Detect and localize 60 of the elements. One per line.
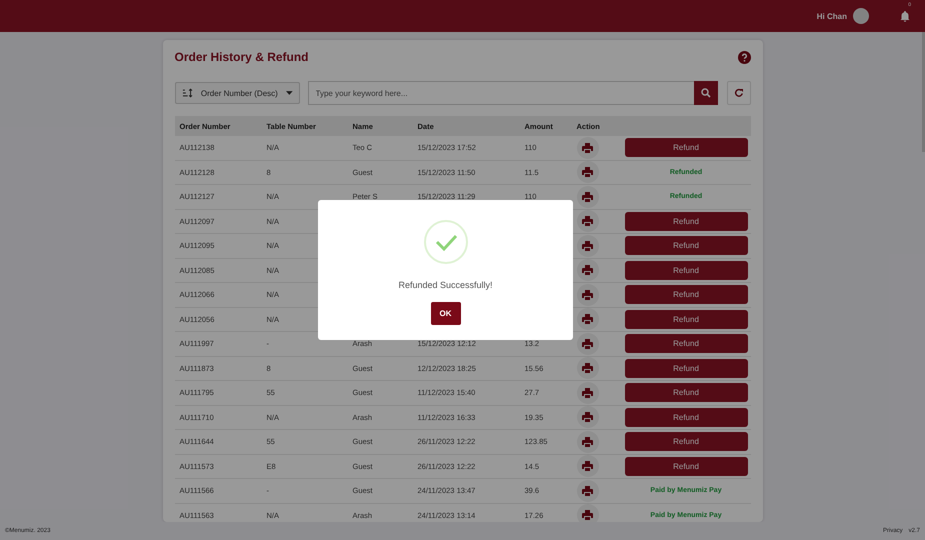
printer-icon (582, 363, 593, 374)
print-button[interactable] (576, 480, 598, 502)
refund-button[interactable]: Refund (624, 408, 748, 427)
print-button[interactable] (576, 406, 598, 428)
ok-button[interactable]: OK (430, 302, 460, 325)
printer-icon (582, 216, 593, 226)
refund-button[interactable]: Refund (624, 432, 748, 452)
sort-dropdown[interactable]: Order Number (Desc) (174, 82, 300, 104)
refund-button[interactable]: Refund (624, 138, 748, 158)
printer-icon (582, 338, 593, 349)
print-button[interactable] (576, 308, 598, 330)
bell-icon[interactable] (899, 10, 911, 22)
printer-icon (582, 412, 593, 422)
printer-icon (582, 142, 593, 153)
search-field[interactable]: Type your keyword here... (308, 81, 694, 105)
search-button[interactable] (694, 81, 718, 105)
refresh-button[interactable] (726, 81, 750, 105)
caret-icon (286, 91, 292, 95)
printer-icon (582, 510, 593, 520)
print-button[interactable] (576, 161, 598, 184)
print-button[interactable] (576, 186, 598, 208)
check-icon (424, 220, 468, 264)
refund-button[interactable]: Refund (624, 383, 748, 402)
printer-icon (582, 486, 593, 496)
print-button[interactable] (576, 136, 598, 159)
search-icon (700, 88, 710, 98)
print-button[interactable] (576, 284, 598, 306)
printer-icon (582, 461, 593, 472)
refund-button[interactable]: Refund (624, 260, 748, 280)
help-icon[interactable] (738, 50, 750, 64)
refund-button[interactable]: Refund (624, 334, 748, 354)
printer-icon (582, 436, 593, 447)
refund-button[interactable]: Refund (624, 236, 748, 256)
print-button[interactable] (576, 234, 598, 257)
print-button[interactable] (576, 504, 598, 522)
refresh-icon (734, 88, 744, 98)
printer-icon (582, 290, 593, 300)
refund-button[interactable]: Refund (624, 358, 748, 378)
printer-icon (582, 192, 593, 202)
printer-icon (582, 388, 593, 398)
page-title: Order History & Refund (174, 50, 309, 64)
refund-button[interactable]: Refund (624, 456, 748, 476)
refund-button[interactable]: Refund (624, 310, 748, 329)
greeting: Hi Chan (816, 12, 847, 20)
printer-icon (582, 265, 593, 276)
dialog-message: Refunded Successfully! (398, 280, 493, 290)
printer-icon (582, 314, 593, 324)
sort-icon (182, 88, 193, 98)
print-button[interactable] (576, 210, 598, 232)
print-button[interactable] (576, 382, 598, 404)
print-button[interactable] (576, 357, 598, 380)
printer-icon (582, 167, 593, 178)
print-button[interactable] (576, 332, 598, 355)
avatar-icon[interactable] (853, 8, 869, 24)
print-button[interactable] (576, 455, 598, 478)
print-button[interactable] (576, 430, 598, 453)
printer-icon (582, 240, 593, 251)
refund-button[interactable]: Refund (624, 212, 748, 231)
refund-button[interactable]: Refund (624, 285, 748, 304)
print-button[interactable] (576, 259, 598, 282)
